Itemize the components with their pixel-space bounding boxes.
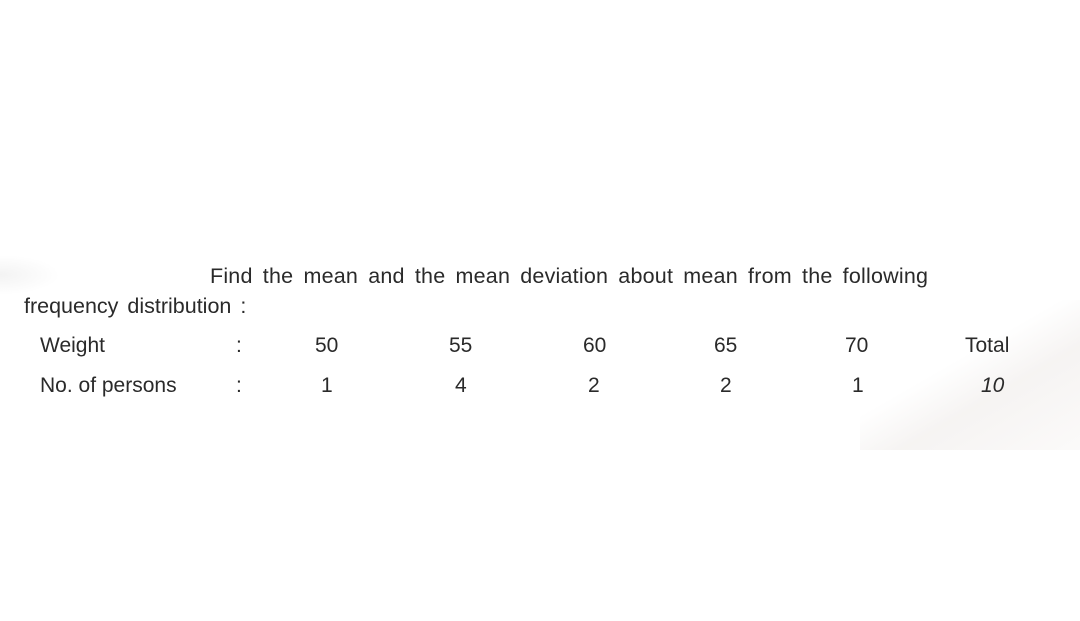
frequency-value: 2: [588, 374, 600, 397]
row-separator: :: [236, 374, 242, 397]
total-value: 10: [981, 374, 1005, 397]
problem-statement-line-2: frequency distribution :: [24, 294, 247, 318]
row-label: Weight: [40, 334, 105, 357]
paper-shadow-left: [0, 255, 60, 295]
row-label: No. of persons: [40, 374, 177, 397]
frequency-value: 1: [852, 374, 864, 397]
weight-value: 50: [315, 334, 339, 357]
weight-value: 60: [583, 334, 607, 357]
problem-statement-line-1: Find the mean and the mean deviation abo…: [210, 264, 929, 288]
weight-value: 65: [714, 334, 738, 357]
weight-value: 70: [845, 334, 869, 357]
weight-row: Weight : 50 55 60 65 70 Total: [0, 334, 1080, 364]
frequency-value: 1: [321, 374, 333, 397]
frequency-value: 2: [720, 374, 732, 397]
persons-row: No. of persons : 1 4 2 2 1 10: [0, 374, 1080, 404]
total-header: Total: [965, 334, 1010, 357]
row-separator: :: [236, 334, 242, 357]
weight-value: 55: [449, 334, 473, 357]
frequency-value: 4: [455, 374, 467, 397]
